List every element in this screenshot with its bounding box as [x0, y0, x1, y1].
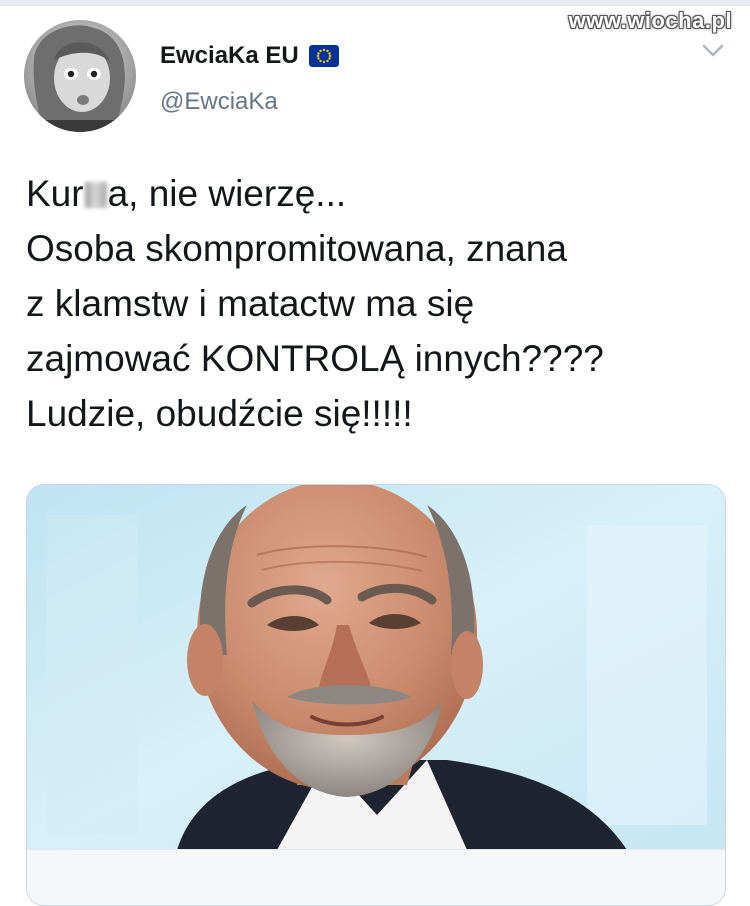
tweet-line-4: zajmować KONTROLĄ innych????	[26, 338, 604, 379]
photo-of-man-with-grey-beard-icon	[27, 485, 725, 850]
watermark: www.wiocha.pl	[568, 8, 732, 33]
author-handle[interactable]: @EwciaKa	[160, 88, 278, 116]
tweet-text: Kur a, nie wierzę... Osoba skompromitowan…	[26, 166, 726, 441]
censored-blur	[84, 182, 107, 208]
media-card[interactable]	[26, 484, 726, 906]
author-name-row[interactable]: EwciaKa EU	[160, 42, 339, 70]
profile-photo-icon	[24, 20, 136, 132]
tweet-line-5: Ludzie, obudźcie się!!!!!	[26, 393, 413, 434]
top-divider	[0, 0, 750, 6]
chevron-down-icon[interactable]	[702, 44, 724, 58]
tweet-line-3: z klamstw i matactw ma się	[26, 283, 475, 324]
tweet-line-1: Kur a, nie wierzę...	[26, 173, 347, 214]
author-name[interactable]: EwciaKa EU	[160, 42, 299, 70]
eu-flag-icon	[308, 45, 339, 67]
tweet-line-2: Osoba skompromitowana, znana	[26, 228, 567, 269]
card-footer	[27, 849, 725, 905]
avatar[interactable]	[24, 20, 136, 132]
